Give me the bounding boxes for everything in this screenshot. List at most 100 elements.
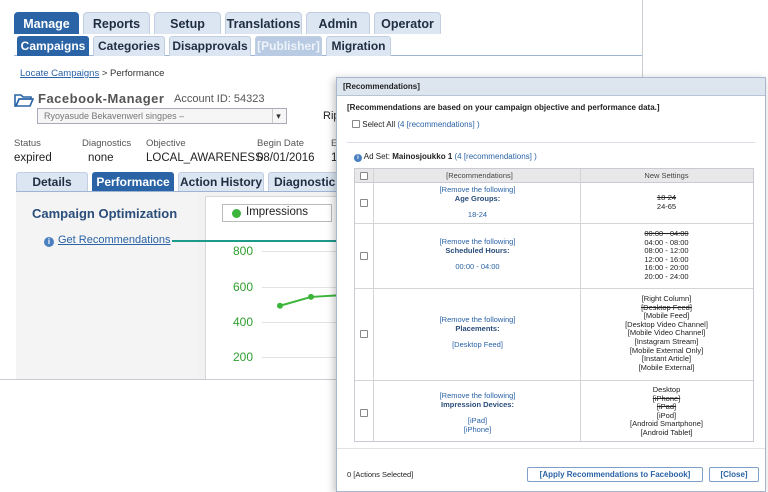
info-label: Diagnostics (82, 138, 132, 149)
subtab-categories[interactable]: Categories (93, 36, 165, 56)
table-row: [Remove the following] Age Groups: 18-24… (355, 183, 753, 224)
new-settings-cell: 18-24 24-65 (580, 193, 753, 211)
tab-action-history[interactable]: Action History (178, 172, 264, 191)
account-name: Facebook-Manager (38, 91, 165, 106)
row-checkbox[interactable] (360, 409, 368, 417)
info-icon: i (44, 237, 54, 247)
setting-item: [Mobile External] (638, 362, 695, 372)
adset-count: (4 [recommendations] ) (454, 152, 537, 161)
row-checkbox[interactable] (360, 252, 368, 260)
adset-name: Mainosjoukko 1 (392, 152, 453, 161)
info-objective: Objective LOCAL_AWARENESS (146, 138, 263, 164)
connector-line (172, 240, 342, 242)
new-settings-cell: Desktop [iPhone] [iPad] [iPod] [Android … (580, 385, 753, 438)
campaign-optimization-title: Campaign Optimization (32, 206, 178, 221)
y-tick-label: 200 (233, 350, 254, 364)
setting-item: [Android Tablet] (640, 427, 693, 437)
divider (347, 142, 755, 143)
apply-recommendations-button[interactable]: [Apply Recommendations to Facebook] (527, 467, 703, 482)
setting-item: 24-65 (656, 201, 677, 211)
dialog-title: [Recommendations] (337, 78, 765, 96)
row-checkbox[interactable] (360, 330, 368, 338)
breadcrumb-link-locate-campaigns[interactable]: Locate Campaigns (20, 68, 99, 79)
legend-marker (232, 209, 241, 218)
chevron-down-icon: ▾ (272, 109, 284, 123)
remove-action-link[interactable]: [Remove the following] (375, 185, 580, 194)
info-value: expired (14, 152, 52, 164)
account-id: Account ID: 54323 (174, 93, 265, 105)
subtab-migration[interactable]: Migration (326, 36, 391, 56)
tab-admin[interactable]: Admin (306, 12, 370, 34)
subtab-disapprovals[interactable]: Disapprovals (169, 36, 251, 56)
impressions-data-point[interactable] (308, 293, 314, 300)
sub-tabs: Campaigns Categories Disapprovals [Publi… (14, 34, 642, 56)
divider (337, 448, 765, 449)
legend-label: Impressions (246, 206, 308, 218)
recommendation-item: [Desktop Feed] (452, 340, 503, 349)
info-icon: i (354, 154, 362, 162)
breadcrumb: Locate Campaigns > Performance (20, 68, 164, 79)
info-label: Begin Date (257, 138, 305, 149)
close-button[interactable]: [Close] (709, 467, 759, 482)
select-all-label[interactable]: Select All (362, 120, 395, 129)
column-header-recommendations: [Recommendations] (446, 171, 513, 180)
y-tick-label: 800 (233, 244, 254, 258)
adset-prefix: Ad Set: (363, 152, 393, 161)
new-settings-cell: 00:00 - 04:00 04:00 - 08:00 08:00 - 12:0… (580, 229, 753, 282)
row-checkbox[interactable] (360, 199, 368, 207)
subtab-publisher[interactable]: [Publisher] (255, 36, 322, 56)
recommendation-cell: [Remove the following] Impression Device… (375, 391, 580, 434)
remove-action-link[interactable]: [Remove the following] (375, 315, 580, 324)
get-recommendations-label: Get Recommendations (58, 234, 171, 246)
recommendations-table: [Recommendations] New Settings [Remove t… (354, 168, 754, 442)
y-tick-label: 600 (233, 280, 254, 294)
tab-reports[interactable]: Reports (83, 12, 150, 34)
remove-action-link[interactable]: [Remove the following] (375, 391, 580, 400)
recommendations-dialog: [Recommendations] [Recommendations are b… (336, 77, 766, 492)
tab-translations[interactable]: Translations (225, 12, 302, 34)
tab-details[interactable]: Details (16, 172, 88, 191)
table-row: [Remove the following] Scheduled Hours: … (355, 224, 753, 289)
actions-selected-count: 0 [Actions Selected] (347, 470, 414, 479)
new-settings-cell: [Right Column] [Desktop Feed] [Mobile Fe… (580, 294, 753, 372)
info-begin-date: Begin Date 08/01/2016 (257, 138, 315, 164)
adset-header: i Ad Set: Mainosjoukko 1 (4 [recommendat… (354, 152, 537, 162)
recommendation-cell: [Remove the following] Placements: [Desk… (375, 315, 580, 349)
info-value: none (88, 152, 114, 164)
info-diagnostics: Diagnostics none (82, 138, 131, 164)
select-all-count: (4 [recommendations] ) (397, 120, 480, 129)
recommendation-heading: Scheduled Hours: (445, 246, 510, 255)
recommendation-cell: [Remove the following] Age Groups: 18-24 (375, 185, 580, 219)
breadcrumb-current: Performance (110, 68, 165, 79)
tab-setup[interactable]: Setup (154, 12, 221, 34)
table-header: [Recommendations] New Settings (355, 169, 753, 183)
tab-operator[interactable]: Operator (374, 12, 441, 34)
recommendation-heading: Placements: (455, 324, 500, 333)
account-select-value: Ryoyasude Bekavenwerl singpes – (44, 111, 185, 121)
column-header-new-settings: New Settings (644, 171, 689, 180)
recommendation-item: 00:00 - 04:00 (455, 262, 500, 271)
remove-action-link[interactable]: [Remove the following] (375, 237, 580, 246)
recommendation-cell: [Remove the following] Scheduled Hours: … (375, 237, 580, 271)
impressions-data-point[interactable] (277, 302, 283, 309)
breadcrumb-separator: > (99, 68, 111, 79)
info-label: Status (14, 138, 41, 149)
info-label: Objective (146, 138, 186, 149)
get-recommendations-link[interactable]: i Get Recommendations (44, 234, 171, 247)
tab-manage[interactable]: Manage (14, 12, 79, 34)
account-select[interactable]: Ryoyasude Bekavenwerl singpes – ▾ (37, 108, 287, 124)
y-tick-label: 400 (233, 315, 254, 329)
chart-plot (277, 292, 342, 309)
optimization-panel (16, 193, 198, 379)
subtab-campaigns[interactable]: Campaigns (17, 36, 89, 56)
tab-performance[interactable]: Performance (92, 172, 174, 191)
recommendation-item: 18-24 (467, 210, 488, 219)
table-row: [Remove the following] Impression Device… (355, 381, 753, 441)
dialog-description: [Recommendations are based on your campa… (347, 103, 660, 112)
table-row: [Remove the following] Placements: [Desk… (355, 289, 753, 381)
recommendation-item: [iPhone] (463, 425, 492, 434)
select-all-checkbox[interactable] (352, 120, 360, 128)
info-value: 08/01/2016 (257, 152, 315, 164)
setting-item: 20:00 - 24:00 (644, 271, 689, 281)
recommendation-heading: Age Groups: (454, 194, 501, 203)
